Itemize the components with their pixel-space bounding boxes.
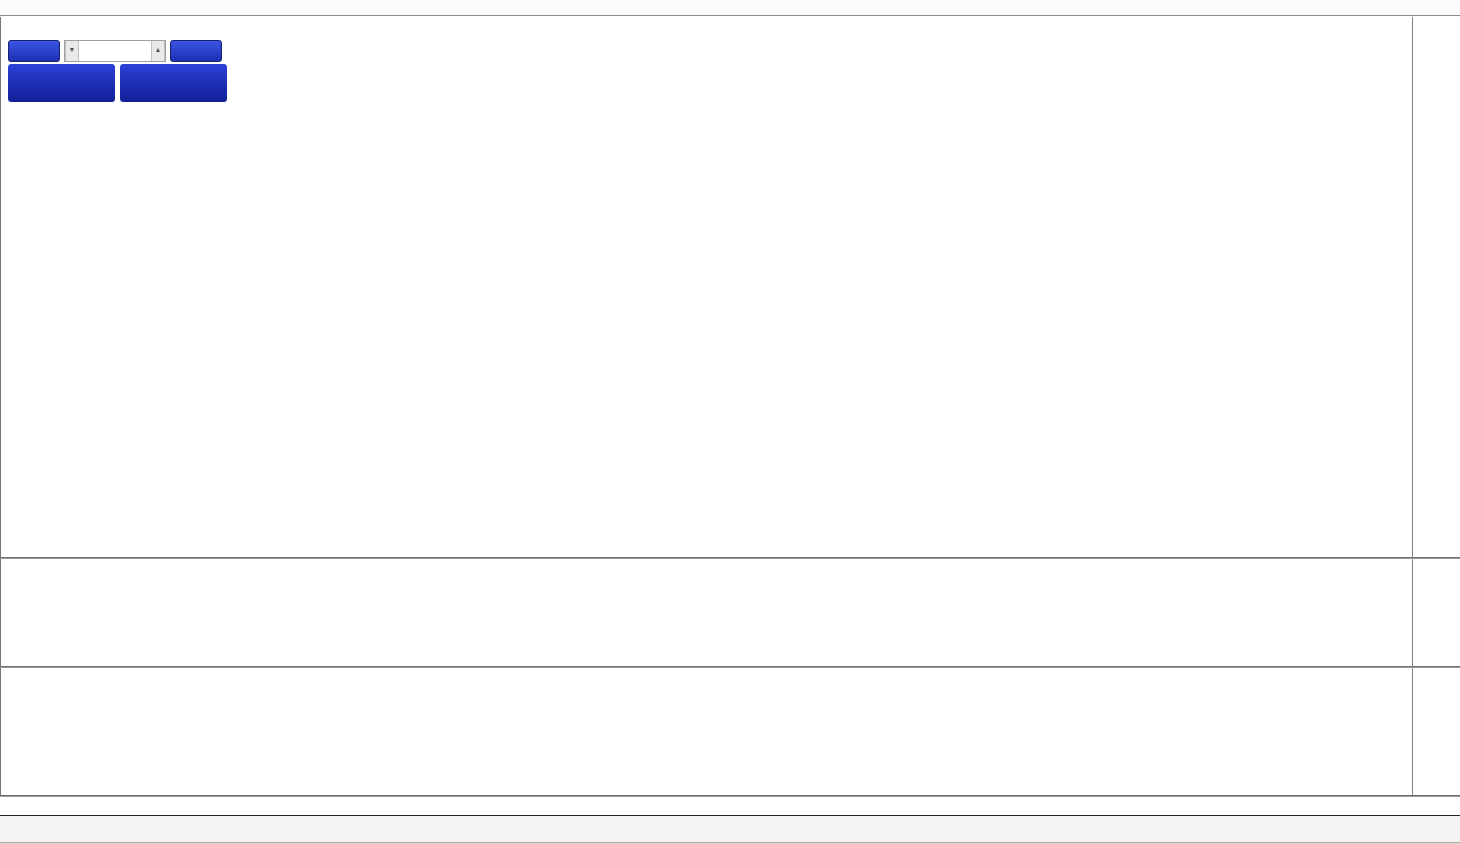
one-click-trading-panel: ▼ ▲ (1, 17, 230, 105)
volume-increment-icon[interactable]: ▲ (151, 41, 165, 61)
macd-axis (1414, 559, 1460, 666)
rsi-plot[interactable] (1, 668, 1413, 795)
buy-button[interactable] (170, 40, 222, 62)
rsi-axis (1414, 668, 1460, 795)
trade-controls: ▼ ▲ (8, 40, 222, 62)
volume-stepper: ▼ ▲ (64, 40, 166, 62)
buy-price-box[interactable] (120, 64, 227, 102)
trading-terminal: ▼ ▲ (0, 0, 1460, 844)
price-axis[interactable] (1414, 17, 1460, 557)
chart-title (13, 23, 34, 37)
rsi-panel (0, 668, 1460, 795)
price-chart-panel: ▼ ▲ (0, 17, 1460, 557)
price-chart-plot[interactable]: ▼ ▲ (1, 17, 1413, 557)
timeframe-toolbar (0, 0, 1460, 16)
macd-panel (0, 559, 1460, 666)
date-axis[interactable] (0, 797, 1460, 815)
macd-plot[interactable] (1, 559, 1413, 666)
volume-decrement-icon[interactable]: ▼ (65, 41, 79, 61)
sell-button[interactable] (8, 40, 60, 62)
volume-value[interactable] (79, 41, 151, 61)
sell-price-box[interactable] (8, 64, 115, 102)
chart-tab-bar (0, 815, 1460, 842)
